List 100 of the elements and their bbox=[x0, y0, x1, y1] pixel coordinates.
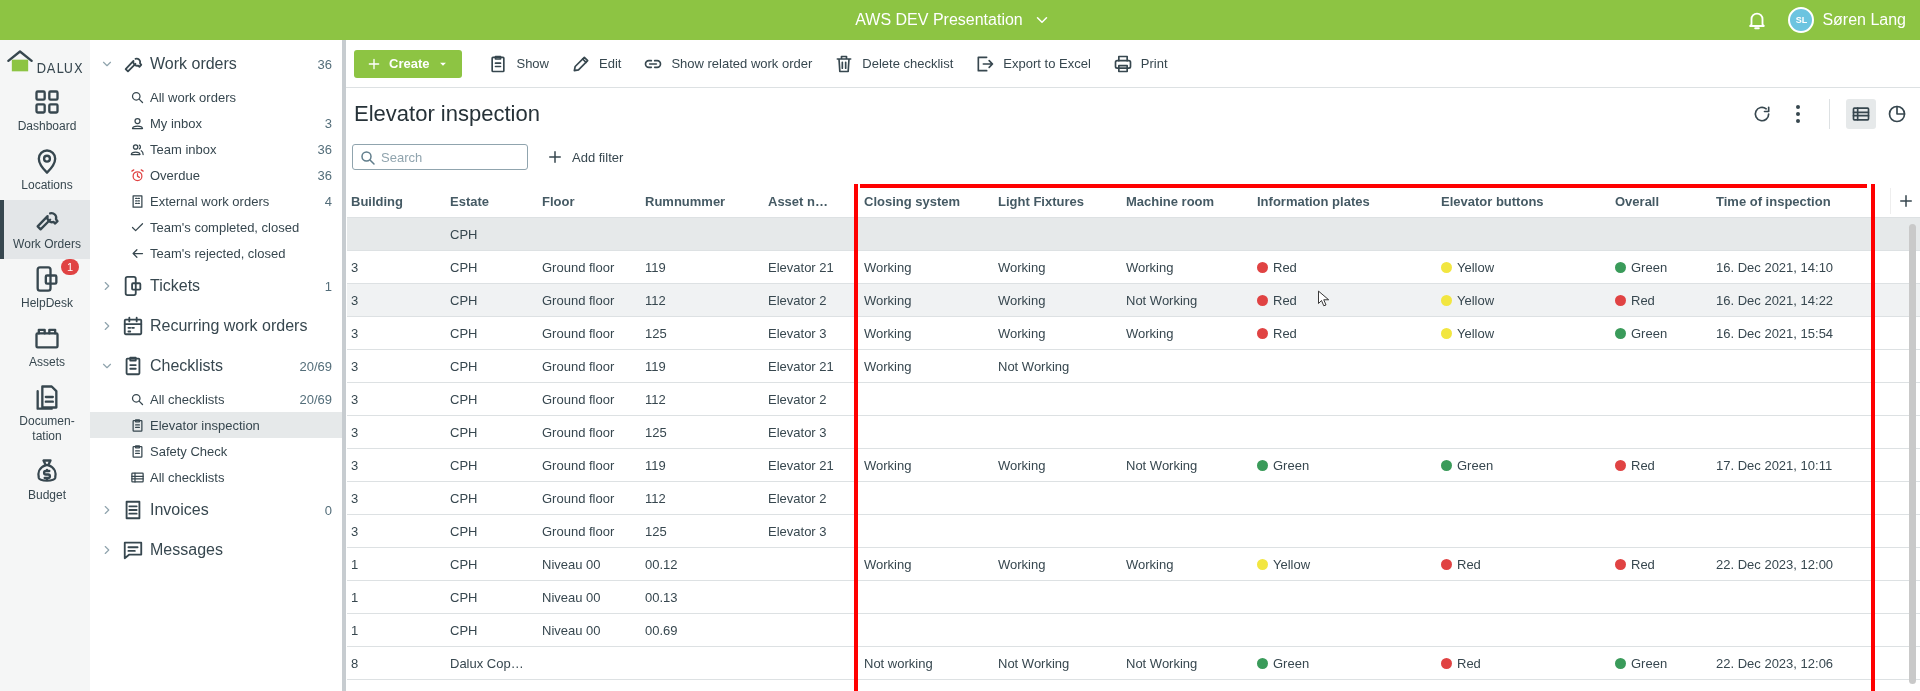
table-cell-text: Ground floor bbox=[541, 324, 616, 343]
toolbar-button[interactable]: Export to Excel bbox=[975, 53, 1091, 74]
nav-section[interactable]: Recurring work orders bbox=[90, 306, 342, 346]
item-count: 36 bbox=[317, 141, 332, 157]
nav-item[interactable]: All work orders bbox=[90, 84, 342, 110]
rail-label: Work Orders bbox=[12, 237, 82, 252]
column-header[interactable]: Rumnummer bbox=[641, 184, 764, 217]
table-cell-text: 1 bbox=[350, 621, 360, 640]
rail-label: Budget bbox=[26, 488, 67, 503]
column-header[interactable]: Estate bbox=[446, 184, 538, 217]
table-cell-text: Working bbox=[863, 324, 913, 343]
people-icon bbox=[130, 141, 145, 157]
status-label: Red bbox=[1631, 556, 1655, 572]
pencil-icon bbox=[571, 53, 591, 74]
status-label: Yellow bbox=[1457, 259, 1495, 275]
view-toggle[interactable] bbox=[1846, 99, 1876, 129]
nav-item[interactable]: All checklists 20/69 bbox=[90, 386, 342, 412]
item-count: 20/69 bbox=[299, 358, 332, 374]
status-label: Red bbox=[1457, 556, 1481, 572]
rail-item[interactable]: Documen-tation bbox=[0, 377, 90, 451]
table-cell-text: Ground floor bbox=[541, 258, 616, 277]
table-cell-text: Working bbox=[997, 555, 1047, 574]
table-cell-text: Not working bbox=[863, 654, 934, 673]
nav-item[interactable]: All checklists bbox=[90, 464, 342, 490]
table-cell-text: Elevator 2 bbox=[767, 390, 828, 409]
clipboard-icon bbox=[130, 417, 145, 433]
table-cell-text: CPH bbox=[449, 489, 479, 508]
toolbar-button[interactable]: Show bbox=[488, 53, 549, 74]
nav-section[interactable]: Invoices 0 bbox=[90, 490, 342, 530]
nav-item[interactable]: Overdue 36 bbox=[90, 162, 342, 188]
table-cell-text: Niveau 00 bbox=[541, 555, 602, 574]
group-row[interactable]: CPH bbox=[347, 218, 1920, 251]
table-cell-text: Elevator 21 bbox=[767, 258, 835, 277]
rail-label: Documen-tation bbox=[18, 414, 76, 444]
rail-item[interactable]: Dashboard bbox=[0, 82, 90, 141]
rail-item[interactable]: Assets bbox=[0, 318, 90, 377]
table-cell-text: 125 bbox=[644, 324, 668, 343]
item-count: 0 bbox=[324, 502, 332, 518]
column-header[interactable]: Building bbox=[347, 184, 446, 217]
table-cell-text: 3 bbox=[350, 489, 360, 508]
item-label: Team's rejected, closed bbox=[150, 245, 287, 261]
nav-item[interactable]: Team's completed, closed bbox=[90, 214, 342, 240]
add-filter-button[interactable]: Add filter bbox=[546, 148, 624, 166]
table-row[interactable]: 3 CPH Ground floor 112 Elevator 2 Working Working Not Working Red Yellow Red 16. Dec 2021, 14:22 bbox=[347, 284, 1920, 317]
table-cell-text: 1 bbox=[350, 588, 360, 607]
nav-item[interactable]: Team's rejected, closed bbox=[90, 240, 342, 266]
nav-section[interactable]: Work orders 36 bbox=[90, 44, 342, 84]
table-cell-text: Working bbox=[1125, 324, 1175, 343]
rail-label: Dashboard bbox=[16, 119, 78, 134]
column-header[interactable]: Asset n… bbox=[764, 184, 860, 217]
table-cell-text: 119 bbox=[644, 456, 667, 475]
nav-section[interactable]: Checklists 20/69 bbox=[90, 346, 342, 386]
scrollbar[interactable] bbox=[1909, 224, 1916, 684]
table-cell-text: Working bbox=[1125, 555, 1175, 574]
item-label: All checklists bbox=[150, 391, 226, 407]
table-cell-text: 125 bbox=[644, 423, 668, 442]
rail-item[interactable]: Budget bbox=[0, 451, 90, 510]
table-cell-text: Ground floor bbox=[541, 291, 616, 310]
group-label: CPH bbox=[449, 225, 479, 244]
table-cell-text: Ground floor bbox=[541, 522, 616, 541]
table-cell-text: CPH bbox=[449, 423, 479, 442]
search-icon bbox=[130, 89, 145, 105]
status-label: Green bbox=[1631, 325, 1668, 341]
nav-item[interactable]: My inbox 3 bbox=[90, 110, 342, 136]
status-label: Yellow bbox=[1273, 556, 1311, 572]
refresh-icon bbox=[1752, 104, 1772, 124]
table-cell-text: 22. Dec 2023, 12:00 bbox=[1715, 555, 1835, 574]
rail-item[interactable]: Work Orders bbox=[0, 200, 90, 259]
status-label: Green bbox=[1273, 655, 1310, 671]
status-label: Red bbox=[1631, 457, 1655, 473]
status-label: Green bbox=[1457, 457, 1494, 473]
table-cell-text: 00.12 bbox=[644, 555, 679, 574]
table-icon bbox=[130, 469, 145, 485]
toolbar-button[interactable]: Print bbox=[1112, 53, 1168, 74]
table-cell-text: 3 bbox=[350, 390, 360, 409]
notification-badge: 1 bbox=[60, 259, 79, 275]
table-cell-text: Working bbox=[997, 258, 1047, 277]
nav-section[interactable]: Tickets 1 bbox=[90, 266, 342, 306]
table-cell-text: Not Working bbox=[1125, 654, 1199, 673]
status-label: Green bbox=[1273, 457, 1310, 473]
toolbar-button[interactable]: Edit bbox=[571, 53, 622, 74]
toolbar-button[interactable]: Delete checklist bbox=[834, 53, 954, 74]
table-cell-text: 119 bbox=[644, 357, 667, 376]
nav-item[interactable]: Team inbox 36 bbox=[90, 136, 342, 162]
nav-item[interactable]: External work orders 4 bbox=[90, 188, 342, 214]
toolbar-button[interactable]: Show related work order bbox=[643, 53, 813, 74]
list-view-icon bbox=[1851, 104, 1871, 124]
nav-item[interactable]: Elevator inspection bbox=[90, 412, 342, 438]
column-header[interactable]: Floor bbox=[538, 184, 641, 217]
nav-item[interactable]: Safety Check bbox=[90, 438, 342, 464]
table-cell-text: 3 bbox=[350, 456, 360, 475]
rail-item[interactable]: 1 HelpDesk bbox=[0, 259, 90, 318]
search-icon bbox=[130, 391, 145, 407]
nav-section[interactable]: Messages bbox=[90, 530, 342, 570]
table-cell-text: CPH bbox=[449, 621, 479, 640]
section-label: Recurring work orders bbox=[150, 317, 309, 335]
rail-item[interactable]: Locations bbox=[0, 141, 90, 200]
table-cell-text: 125 bbox=[644, 522, 668, 541]
table-cell-text: CPH bbox=[449, 258, 479, 277]
search-field[interactable]: Search bbox=[352, 144, 528, 170]
